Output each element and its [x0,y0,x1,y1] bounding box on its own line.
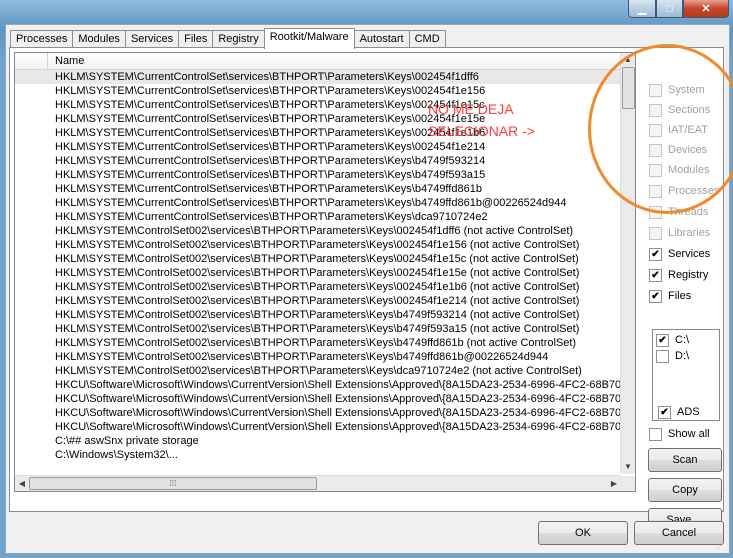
option-libraries-checkbox: Libraries [649,225,710,241]
annotation-line-2: SELECIONAR -> [428,123,535,139]
tab-cmd[interactable]: CMD [408,30,446,48]
ads-checkbox[interactable]: ✔ ADS [658,404,700,420]
tab-processes[interactable]: Processes [10,30,74,48]
maximize-button[interactable]: □ [656,0,683,18]
tab-rootkit-malware[interactable]: Rootkit/Malware [263,28,355,49]
list-item[interactable]: HKLM\SYSTEM\CurrentControlSet\services\B… [15,154,621,168]
list-item[interactable]: HKLM\SYSTEM\ControlSet002\services\BTHPO… [15,238,621,252]
tab-services[interactable]: Services [124,30,180,48]
list-item[interactable]: HKLM\SYSTEM\CurrentControlSet\services\B… [15,196,621,210]
results-list[interactable]: Name HKLM\SYSTEM\CurrentControlSet\servi… [14,52,636,492]
option-services-checkbox[interactable]: ✔ Services [649,246,710,262]
show-all-label: Show all [668,428,710,440]
header-column-name[interactable]: Name [55,55,84,67]
annotation-circle [588,44,733,214]
list-item[interactable]: HKLM\SYSTEM\ControlSet002\services\BTHPO… [15,280,621,294]
list-item[interactable]: HKCU\Software\Microsoft\Windows\CurrentV… [15,378,621,392]
horizontal-scrollbar[interactable]: ◀ ⁞⁞⁞ ▶ [15,475,621,491]
libraries-check-icon [649,226,662,240]
cancel-button[interactable]: Cancel [634,521,724,545]
option-label: Services [668,248,711,260]
annotation-text: NO ME DEJA SELECIONAR -> [428,98,535,142]
show-all-check-icon [649,427,662,441]
scroll-corner [621,476,635,491]
caption-buttons: ▁ □ ✕ [628,0,729,18]
list-item[interactable]: HKLM\SYSTEM\ControlSet002\services\BTHPO… [15,308,621,322]
ok-button[interactable]: OK [538,521,628,545]
tab-files[interactable]: Files [178,30,214,48]
scroll-right-icon[interactable]: ▶ [607,476,621,491]
option-label: Libraries [668,227,711,239]
drive-label: D:\ [675,350,690,362]
drive-check-icon: ✔ [656,333,669,347]
scroll-down-icon[interactable]: ▼ [621,460,635,474]
ads-check-icon: ✔ [658,405,671,419]
list-item[interactable]: HKLM\SYSTEM\ControlSet002\services\BTHPO… [15,364,621,378]
drive-check-icon [656,349,669,363]
header-column-icon[interactable] [15,53,48,69]
list-item[interactable]: HKCU\Software\Microsoft\Windows\CurrentV… [15,406,621,420]
tab-modules[interactable]: Modules [72,30,126,48]
list-item[interactable]: HKCU\Software\Microsoft\Windows\CurrentV… [15,420,621,434]
tab-autostart[interactable]: Autostart [353,30,410,48]
title-bar[interactable] [0,0,40,24]
copy-button[interactable]: Copy [648,478,722,502]
list-item[interactable]: HKLM\SYSTEM\CurrentControlSet\services\B… [15,168,621,182]
tab-strip: Processes Modules Services Files Registry Roo… [10,28,446,49]
tab-registry[interactable]: Registry [212,30,265,48]
drive-label: C:\ [675,334,690,346]
list-item[interactable]: HKLM\SYSTEM\ControlSet002\services\BTHPO… [15,294,621,308]
list-item[interactable]: HKLM\SYSTEM\CurrentControlSet\services\B… [15,182,621,196]
list-item[interactable]: HKLM\SYSTEM\CurrentControlSet\services\B… [15,140,621,154]
list-item[interactable]: HKLM\SYSTEM\CurrentControlSet\services\B… [15,70,621,84]
annotation-line-1: NO ME DEJA [428,101,514,117]
app-window: ▁ □ ✕ Processes Modules Services Files Regis… [0,0,733,558]
list-item[interactable]: C:\## aswSnx private storage [15,434,621,448]
files-check-icon: ✔ [649,289,662,303]
option-label: Files [668,290,692,302]
list-item[interactable]: HKLM\SYSTEM\ControlSet002\services\BTHPO… [15,266,621,280]
list-item[interactable]: C:\Windows\System32\... [15,448,621,462]
minimize-button[interactable]: ▁ [628,0,656,18]
show-all-checkbox[interactable]: Show all [649,426,710,442]
list-item[interactable]: HKLM\SYSTEM\ControlSet002\services\BTHPO… [15,350,621,364]
list-item[interactable]: HKLM\SYSTEM\ControlSet002\services\BTHPO… [15,252,621,266]
resize-grip-icon[interactable]: ⋰ [717,541,727,551]
option-label: Registry [668,269,709,281]
list-item[interactable]: HKLM\SYSTEM\ControlSet002\services\BTHPO… [15,336,621,350]
services-check-icon: ✔ [649,247,662,261]
drive-item-d[interactable]: D:\ [656,348,689,364]
option-registry-checkbox[interactable]: ✔ Registry [649,267,708,283]
list-item[interactable]: HKLM\SYSTEM\CurrentControlSet\services\B… [15,210,621,224]
scan-button[interactable]: Scan [648,448,722,472]
drive-item-c[interactable]: ✔ C:\ [656,332,689,348]
list-item[interactable]: HKLM\SYSTEM\ControlSet002\services\BTHPO… [15,224,621,238]
scroll-left-icon[interactable]: ◀ [15,476,29,491]
ads-label: ADS [677,406,700,418]
list-item[interactable]: HKCU\Software\Microsoft\Windows\CurrentV… [15,392,621,406]
option-files-checkbox[interactable]: ✔ Files [649,288,691,304]
horizontal-scroll-thumb[interactable]: ⁞⁞⁞ [29,477,317,490]
list-item[interactable]: HKLM\SYSTEM\ControlSet002\services\BTHPO… [15,322,621,336]
list-header: Name [15,53,621,70]
registry-check-icon: ✔ [649,268,662,282]
list-item[interactable]: HKLM\SYSTEM\CurrentControlSet\services\B… [15,84,621,98]
close-button[interactable]: ✕ [683,0,729,18]
